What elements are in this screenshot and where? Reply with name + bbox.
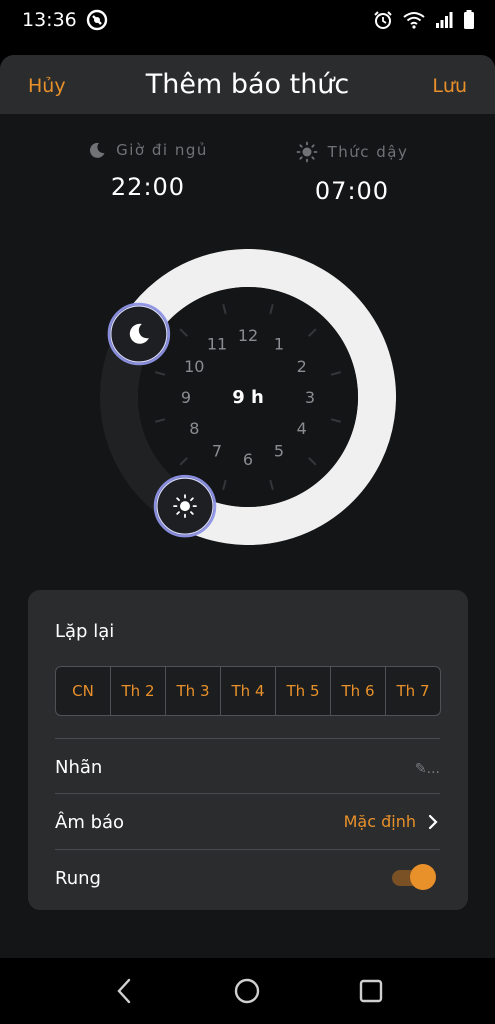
dial-number: 10 (184, 357, 204, 376)
dial-number: 9 (181, 388, 191, 407)
repeat-title: Lặp lại (55, 621, 115, 642)
signal-icon (436, 12, 453, 28)
dial-number: 7 (212, 442, 222, 461)
dial-number: 2 (297, 357, 307, 376)
dial-number: 3 (305, 388, 315, 407)
dial-number: 4 (297, 419, 307, 438)
day-th4[interactable]: Th 4 (221, 667, 276, 715)
sun-icon (296, 141, 317, 163)
home-button[interactable] (232, 976, 262, 1006)
vibrate-row-title: Rung (55, 868, 101, 889)
repeat-days: CN Th 2 Th 3 Th 4 Th 5 Th 6 Th 7 (55, 666, 441, 716)
label-row-title: Nhãn (55, 757, 103, 778)
dial-number: 12 (238, 326, 258, 345)
wake-value[interactable]: 07:00 (252, 177, 452, 205)
day-th2[interactable]: Th 2 (111, 667, 166, 715)
page-title: Thêm báo thức (145, 69, 350, 100)
bedtime-section: Giờ đi ngủ 22:00 (48, 141, 248, 201)
wifi-icon (403, 12, 425, 29)
bedtime-label: Giờ đi ngủ (116, 141, 208, 159)
dial-number: 11 (207, 334, 227, 353)
bedtime-value[interactable]: 22:00 (48, 173, 248, 201)
sleep-clock-dial[interactable]: 12 12 3 45 6 78 9 1011 9 h (100, 249, 396, 545)
sound-value: Mặc định (343, 812, 416, 831)
battery-icon (464, 10, 474, 29)
header-bar: Hủy Thêm báo thức Lưu (0, 55, 495, 114)
vibrate-toggle[interactable] (392, 864, 436, 890)
bedtime-handle[interactable] (107, 302, 171, 366)
status-bar: 13:36 (0, 0, 495, 44)
day-th6[interactable]: Th 6 (331, 667, 386, 715)
add-alarm-sheet: Hủy Thêm báo thức Lưu Giờ đi ngủ 22:00 T… (0, 55, 495, 958)
label-input-placeholder[interactable]: ✎... (415, 761, 440, 777)
wake-label: Thức dậy (327, 143, 409, 161)
toggle-thumb (410, 864, 436, 890)
recents-button[interactable] (356, 976, 386, 1006)
status-icons (373, 10, 475, 30)
dial-number: 8 (189, 419, 199, 438)
day-th3[interactable]: Th 3 (166, 667, 221, 715)
wake-section: Thức dậy 07:00 (252, 141, 452, 205)
chevron-right-icon (428, 814, 438, 829)
day-cn[interactable]: CN (56, 667, 111, 715)
alarm-icon (374, 11, 392, 29)
alarm-settings-card: Lặp lại CN Th 2 Th 3 Th 4 Th 5 Th 6 Th 7… (28, 590, 468, 910)
status-time: 13:36 (22, 9, 77, 31)
sound-row[interactable]: Âm báo Mặc định (55, 793, 440, 850)
moon-icon (90, 142, 105, 158)
sun-icon (173, 494, 197, 519)
label-row[interactable]: Nhãn ✎... (55, 738, 440, 795)
app-notification-icon (86, 9, 108, 31)
dial-number: 1 (274, 334, 284, 353)
vibrate-row: Rung (55, 849, 440, 906)
dial-number: 5 (274, 442, 284, 461)
back-button[interactable] (110, 976, 140, 1006)
wake-handle[interactable] (153, 474, 217, 538)
system-nav-bar (0, 958, 495, 1024)
day-th7[interactable]: Th 7 (386, 667, 440, 715)
save-button[interactable]: Lưu (432, 75, 467, 97)
dial-number: 6 (243, 450, 253, 469)
sound-row-title: Âm báo (55, 812, 125, 833)
day-th5[interactable]: Th 5 (276, 667, 331, 715)
sleep-duration: 9 h (232, 387, 264, 408)
